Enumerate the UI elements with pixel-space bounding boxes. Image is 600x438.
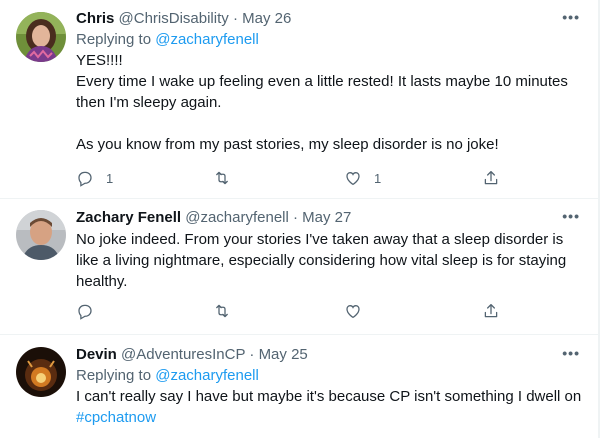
reply-icon [78, 171, 92, 187]
separator-dot: · [232, 10, 238, 27]
reply-count: 1 [106, 170, 114, 186]
tweet-header: Devin @AdventuresInCP · May 25 ••• [76, 345, 586, 365]
like-button[interactable]: 1 [344, 166, 381, 190]
tweet-zachary[interactable]: Zachary Fenell @zacharyfenell · May 27 •… [0, 199, 600, 334]
tweet-chris[interactable]: Chris @ChrisDisability · May 26 ••• Repl… [0, 0, 600, 198]
share-icon [484, 170, 498, 185]
replying-to: Replying to @zacharyfenell [76, 30, 586, 50]
mention-link[interactable]: @zacharyfenell [155, 31, 259, 48]
mention-link[interactable]: @zacharyfenell [155, 367, 259, 384]
user-handle[interactable]: @ChrisDisability [119, 10, 229, 27]
tweet-text-line: As you know from my past stories, my sle… [76, 136, 499, 153]
retweet-icon [216, 304, 228, 318]
reply-button[interactable]: 1 [76, 166, 113, 190]
avatar-devin[interactable] [16, 347, 66, 397]
tweet-actions: 1 1 [76, 166, 516, 190]
tweet-text-line: healthy. [76, 273, 128, 290]
tweet-header: Chris @ChrisDisability · May 26 ••• [76, 9, 586, 29]
tweet-text-line: I can't really say I have but maybe it's… [76, 388, 582, 405]
display-name[interactable]: Zachary Fenell [76, 209, 181, 226]
tweet-text-line: then I'm sleepy again. [76, 94, 222, 111]
more-icon[interactable]: ••• [562, 9, 580, 25]
tweet-date[interactable]: May 27 [302, 209, 351, 226]
retweet-button[interactable] [213, 166, 243, 190]
tweet-text-line: Every time I wake up feeling even a litt… [76, 73, 568, 90]
like-icon [346, 172, 360, 186]
display-name[interactable]: Chris [76, 10, 114, 27]
replying-prefix: Replying to [76, 367, 156, 384]
avatar-zachary[interactable] [16, 210, 66, 260]
share-button[interactable] [482, 166, 500, 190]
like-icon [346, 305, 360, 319]
user-handle[interactable]: @zacharyfenell [185, 209, 289, 226]
tweet-text-line: No joke indeed. From your stories I've t… [76, 231, 564, 248]
retweet-button[interactable] [213, 299, 243, 323]
more-icon[interactable]: ••• [562, 208, 580, 224]
tweet-header: Zachary Fenell @zacharyfenell · May 27 •… [76, 208, 586, 228]
tweet-text-line: YES!!!! [76, 52, 123, 69]
tweet-text-line: like a living nightmare, especially cons… [76, 252, 567, 269]
hashtag-link[interactable]: #cpchatnow [76, 407, 586, 428]
share-icon [484, 303, 498, 318]
tweet-text: No joke indeed. From your stories I've t… [76, 229, 586, 292]
tweet-date[interactable]: May 26 [242, 10, 291, 27]
like-button[interactable] [344, 299, 374, 323]
tweet-actions [76, 299, 516, 323]
separator-dot: · [293, 209, 298, 226]
tweet-devin[interactable]: Devin @AdventuresInCP · May 25 ••• Reply… [0, 335, 600, 438]
display-name[interactable]: Devin [76, 346, 117, 363]
like-count: 1 [374, 170, 382, 186]
reply-button[interactable] [76, 299, 106, 323]
avatar-chris[interactable] [16, 12, 66, 62]
replying-to: Replying to @zacharyfenell [76, 366, 586, 386]
replying-prefix: Replying to [76, 31, 156, 48]
tweet-text-line [76, 113, 586, 134]
tweet-text: YES!!!! Every time I wake up feeling eve… [76, 50, 586, 155]
separator-dot: · [249, 346, 255, 363]
reply-icon [78, 304, 92, 320]
user-handle[interactable]: @AdventuresInCP [121, 346, 245, 363]
tweet-date[interactable]: May 25 [259, 346, 308, 363]
retweet-icon [216, 171, 228, 185]
tweet-text: I can't really say I have but maybe it's… [76, 386, 586, 428]
more-icon[interactable]: ••• [562, 345, 580, 361]
share-button[interactable] [482, 299, 500, 323]
